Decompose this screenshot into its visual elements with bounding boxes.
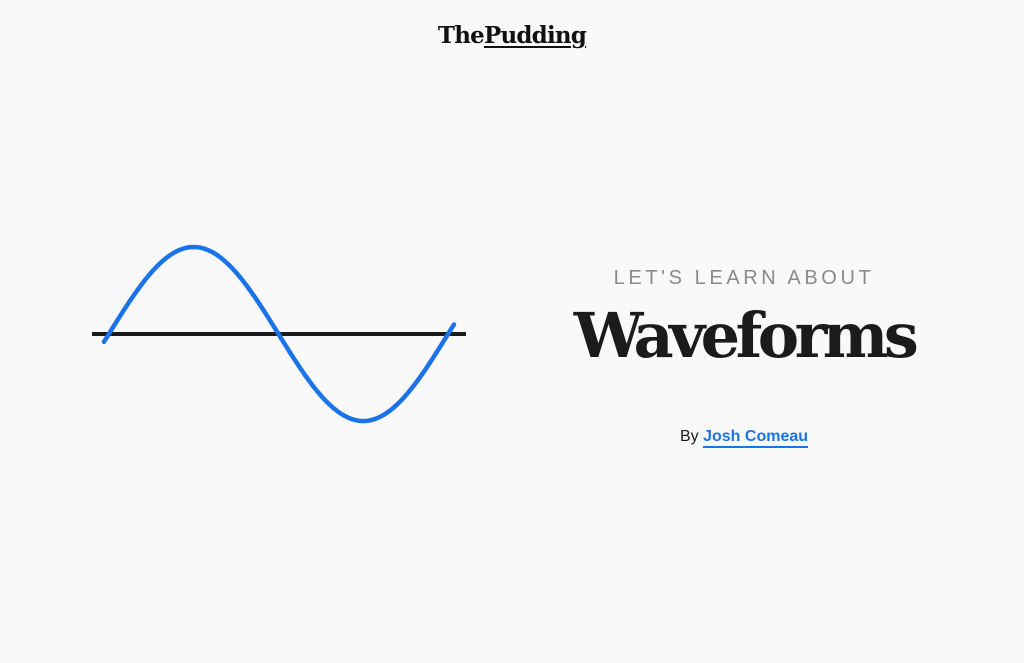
sine-wave-figure: [88, 236, 472, 432]
the-pudding-logo[interactable]: ThePudding: [432, 20, 592, 52]
site-header: ThePudding: [0, 0, 1024, 70]
byline-prefix: By: [679, 428, 699, 445]
logo-text-the: The: [437, 22, 485, 49]
logo-text-pudding: Pudding: [483, 22, 587, 49]
kicker-text: LET'S LEARN ABOUT: [613, 267, 875, 289]
byline: By Josh Comeau: [556, 424, 932, 450]
hero-title-block: LET'S LEARN ABOUT Waveforms By Josh Come…: [556, 262, 932, 450]
author-link[interactable]: Josh Comeau: [703, 428, 809, 448]
page-title: Waveforms: [573, 299, 919, 372]
sine-wave-svg: [92, 244, 466, 424]
